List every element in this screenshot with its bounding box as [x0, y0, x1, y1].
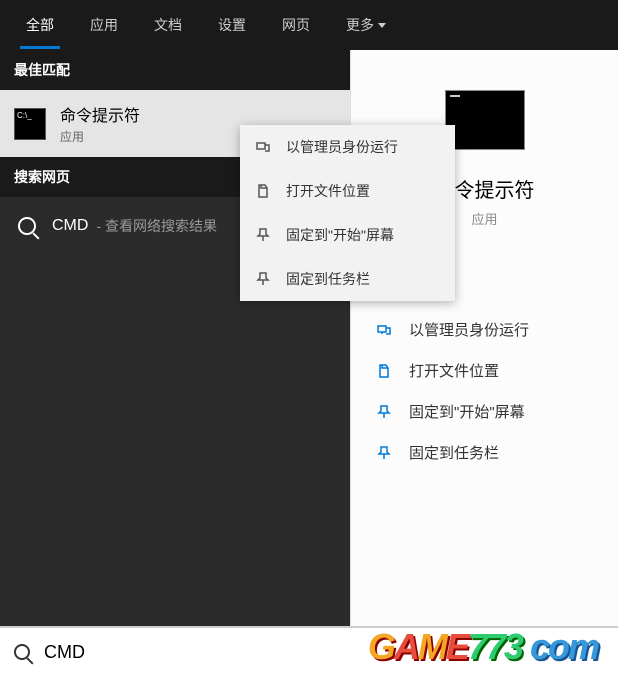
- tab-more-label: 更多: [346, 15, 374, 35]
- pin-start-icon: [254, 226, 272, 244]
- search-bar: [0, 626, 618, 676]
- context-menu: 以管理员身份运行 打开文件位置 固定到"开始"屏幕 固定到任务栏: [240, 125, 455, 301]
- search-tabs: 全部 应用 文档 设置 网页 更多: [0, 0, 618, 50]
- folder-icon: [254, 182, 272, 200]
- result-text: 命令提示符 应用: [60, 102, 140, 145]
- action-location-label: 打开文件位置: [409, 360, 499, 381]
- tab-web[interactable]: 网页: [264, 1, 328, 49]
- chevron-down-icon: [378, 23, 386, 28]
- result-subtitle: 应用: [60, 128, 140, 145]
- tab-docs[interactable]: 文档: [136, 1, 200, 49]
- ctx-pin-taskbar[interactable]: 固定到任务栏: [240, 257, 455, 301]
- tab-all[interactable]: 全部: [8, 1, 72, 49]
- best-match-header: 最佳匹配: [0, 50, 350, 90]
- web-hint: - 查看网络搜索结果: [96, 216, 217, 236]
- preview-cmd-icon: [445, 90, 525, 150]
- search-icon: [14, 644, 30, 660]
- ctx-open-location[interactable]: 打开文件位置: [240, 169, 455, 213]
- action-pin-start[interactable]: 固定到"开始"屏幕: [371, 391, 598, 432]
- preview-subtitle: 应用: [471, 209, 497, 228]
- ctx-pin-start-label: 固定到"开始"屏幕: [286, 225, 394, 245]
- cmd-icon: C:\_: [14, 108, 46, 140]
- folder-icon: [375, 362, 393, 380]
- pin-start-icon: [375, 403, 393, 421]
- pin-taskbar-icon: [375, 444, 393, 462]
- tab-more[interactable]: 更多: [328, 1, 404, 49]
- admin-icon: [375, 321, 393, 339]
- web-query: CMD: [52, 217, 88, 235]
- action-admin-label: 以管理员身份运行: [409, 319, 529, 340]
- ctx-run-admin[interactable]: 以管理员身份运行: [240, 125, 455, 169]
- action-pin-taskbar-label: 固定到任务栏: [409, 442, 499, 463]
- ctx-pin-taskbar-label: 固定到任务栏: [286, 269, 370, 289]
- action-pin-start-label: 固定到"开始"屏幕: [409, 401, 525, 422]
- action-pin-taskbar[interactable]: 固定到任务栏: [371, 432, 598, 473]
- action-open-location[interactable]: 打开文件位置: [371, 350, 598, 391]
- search-input[interactable]: [44, 642, 604, 663]
- tab-settings[interactable]: 设置: [200, 1, 264, 49]
- search-icon: [18, 217, 36, 235]
- ctx-location-label: 打开文件位置: [286, 181, 370, 201]
- ctx-pin-start[interactable]: 固定到"开始"屏幕: [240, 213, 455, 257]
- result-title: 命令提示符: [60, 102, 140, 126]
- pin-taskbar-icon: [254, 270, 272, 288]
- ctx-admin-label: 以管理员身份运行: [286, 137, 398, 157]
- action-run-admin[interactable]: 以管理员身份运行: [371, 309, 598, 350]
- admin-icon: [254, 138, 272, 156]
- tab-apps[interactable]: 应用: [72, 1, 136, 49]
